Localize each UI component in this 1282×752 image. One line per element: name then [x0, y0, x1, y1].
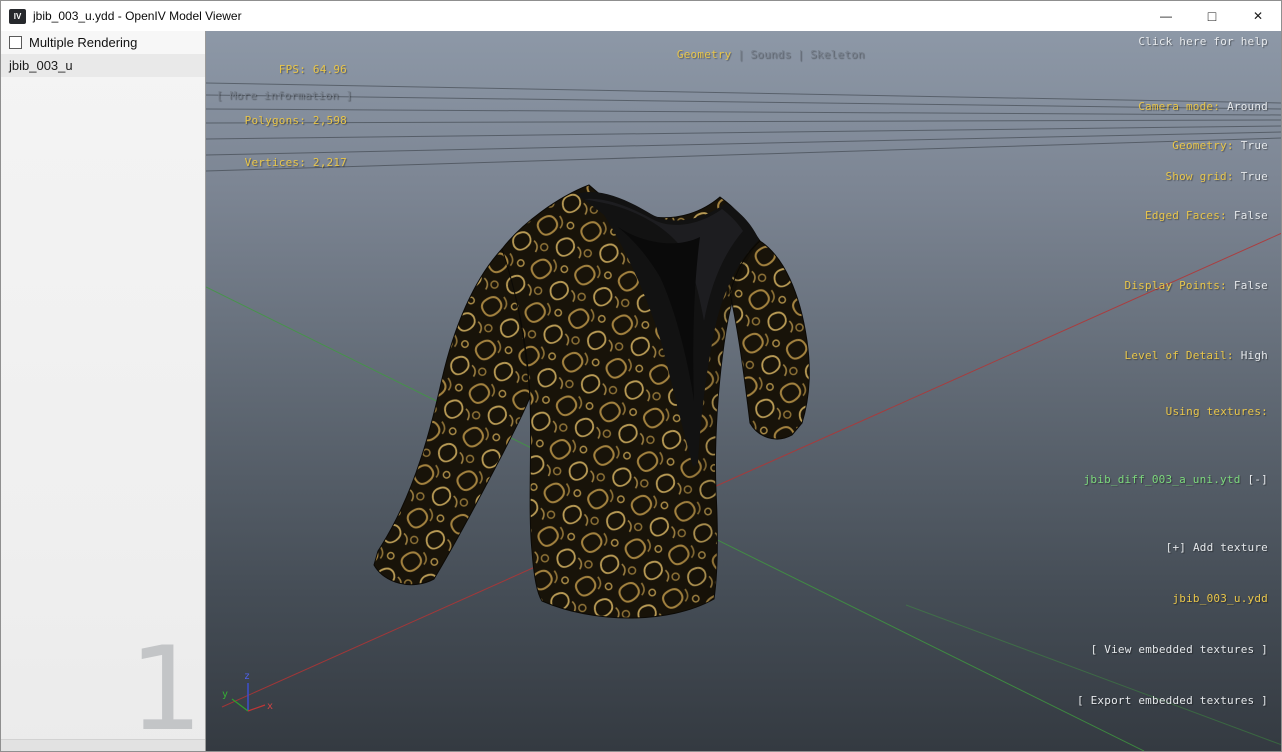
axis-x-label: x [267, 701, 273, 712]
remove-texture-button[interactable]: [-] [1248, 473, 1268, 486]
openiv-logo-icon: IV [9, 8, 26, 24]
multiple-rendering-checkbox[interactable] [9, 36, 22, 49]
level-of-detail-value: High [1240, 349, 1268, 362]
level-of-detail-label: Level of Detail: [1124, 349, 1234, 362]
window-controls: — □ ✕ [1143, 1, 1281, 31]
edged-faces-label: Edged Faces: [1145, 209, 1227, 222]
app-window: IV jbib_003_u.ydd - OpenIV Model Viewer … [0, 0, 1282, 752]
display-points-row: Display Points: False [1056, 265, 1268, 307]
add-texture-button[interactable]: [+] Add texture [1015, 539, 1268, 556]
model-file-name: jbib_003_u.ydd [1172, 592, 1268, 605]
display-points-label: Display Points: [1124, 279, 1227, 292]
geometry-flag-label: Geometry: [1172, 139, 1234, 152]
model-list-item[interactable]: jbib_003_u [1, 54, 205, 77]
render-flags: Geometry: True Edged Faces: False Display … [1056, 97, 1268, 405]
multiple-rendering-label: Multiple Rendering [29, 35, 138, 50]
close-button[interactable]: ✕ [1235, 1, 1281, 30]
tab-separator-icon: | [737, 48, 745, 61]
main-content: Multiple Rendering jbib_003_u 1 z y x FP… [1, 31, 1281, 751]
jacket-left-sleeve [373, 248, 531, 586]
tab-separator-icon: | [797, 48, 805, 61]
edged-faces-value: False [1233, 209, 1268, 222]
model-list-sidebar: Multiple Rendering jbib_003_u 1 [1, 31, 206, 751]
sidebar-scrollbar[interactable] [1, 739, 205, 751]
minimize-button[interactable]: — [1143, 1, 1189, 30]
textures-panel: Using textures: jbib_diff_003_a_uni.ytd [… [1015, 369, 1268, 743]
tab-sounds[interactable]: Sounds [750, 48, 791, 61]
display-points-value: False [1233, 279, 1268, 292]
more-information-button[interactable]: [ More information ] [216, 89, 352, 102]
geometry-flag-value: True [1240, 139, 1268, 152]
axis-y-label: y [222, 689, 228, 700]
tab-skeleton[interactable]: Skeleton [810, 48, 865, 61]
window-title: jbib_003_u.ydd - OpenIV Model Viewer [33, 9, 242, 23]
vertices-stat: Vertices: 2,217 [244, 156, 347, 169]
axis-indicator: z y x [222, 671, 273, 712]
axis-z-label: z [244, 671, 250, 682]
view-embedded-textures-button[interactable]: [ View embedded textures ] [1015, 641, 1268, 658]
model-viewport[interactable]: z y x FPS: 64.96 Polygons: 2,598 Vertice… [206, 31, 1281, 751]
multiple-rendering-row[interactable]: Multiple Rendering [1, 31, 205, 54]
export-embedded-textures-button[interactable]: [ Export embedded textures ] [1015, 692, 1268, 709]
texture-row: jbib_diff_003_a_uni.ytd [-] [1015, 454, 1268, 505]
texture-name: jbib_diff_003_a_uni.ytd [1083, 473, 1241, 486]
page-number-watermark: 1 [129, 621, 203, 751]
polygons-stat: Polygons: 2,598 [244, 114, 347, 127]
titlebar[interactable]: IV jbib_003_u.ydd - OpenIV Model Viewer … [1, 1, 1281, 31]
geometry-flag-row: Geometry: True [1056, 125, 1268, 167]
maximize-button[interactable]: □ [1189, 1, 1235, 30]
using-textures-heading: Using textures: [1165, 405, 1268, 418]
tab-geometry[interactable]: Geometry [677, 48, 732, 61]
edged-faces-row: Edged Faces: False [1056, 195, 1268, 237]
help-link[interactable]: Click here for help [1138, 35, 1268, 48]
